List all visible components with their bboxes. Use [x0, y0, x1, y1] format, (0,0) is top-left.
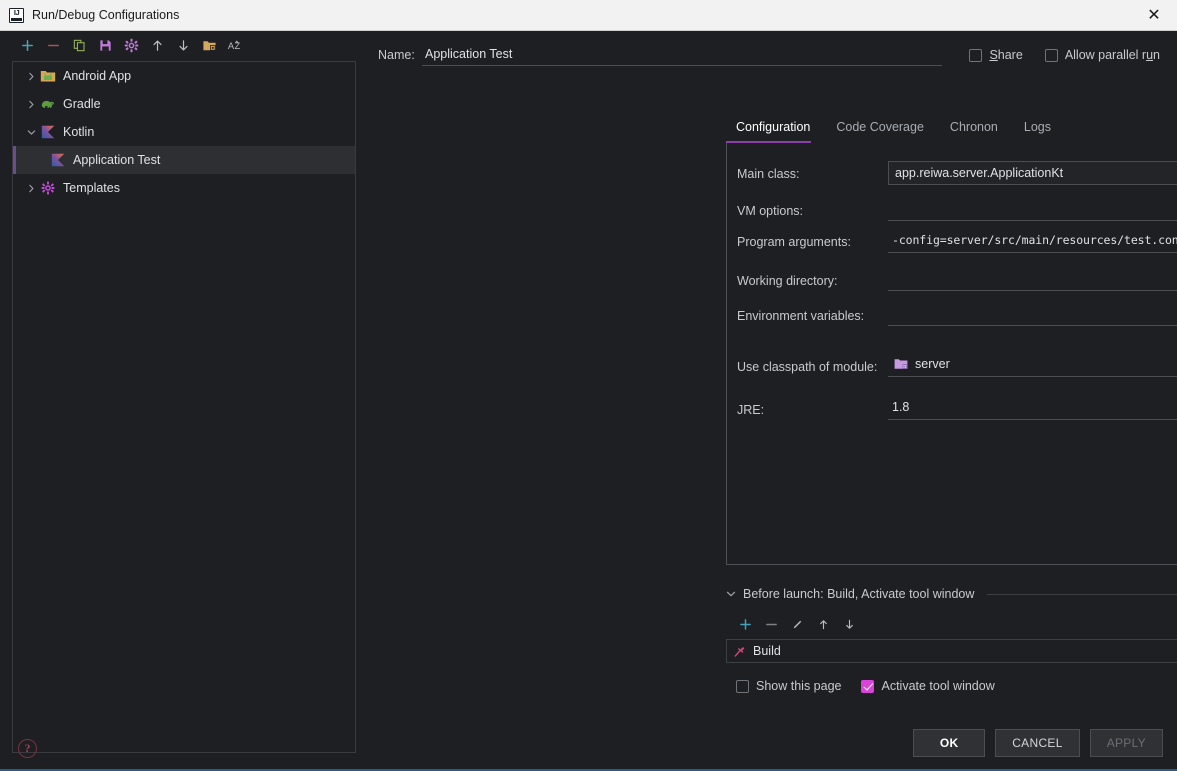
remove-configuration-button[interactable]: [40, 33, 66, 57]
build-hammer-icon: [733, 645, 746, 658]
allow-parallel-run-label: Allow parallel run: [1064, 48, 1160, 62]
before-launch-toolbar: [726, 611, 1177, 637]
tab-logs[interactable]: Logs: [1024, 120, 1063, 140]
configurations-tree[interactable]: Android App Gradle Kotlin Application Te…: [12, 61, 356, 753]
android-folder-icon: [39, 68, 57, 84]
tree-item-android-app[interactable]: Android App: [13, 62, 355, 90]
vm-options-input[interactable]: [888, 195, 1177, 221]
classpath-module-value: server: [915, 356, 950, 371]
working-directory-input[interactable]: [888, 265, 1177, 291]
editor-tabs: Configuration Code Coverage Chronon Logs: [736, 114, 1077, 140]
share-checkbox-box[interactable]: [969, 48, 983, 62]
before-launch-options: Show this page Activate tool window: [726, 679, 1177, 693]
before-launch-task-row[interactable]: Build: [726, 639, 1177, 663]
tree-item-label: Android App: [63, 69, 132, 83]
name-input[interactable]: [422, 44, 942, 66]
before-launch-task-label: Build: [753, 644, 781, 658]
header-options: Share Allow parallel run: [969, 48, 1160, 62]
kotlin-icon: [39, 124, 57, 140]
show-this-page-checkbox-box[interactable]: [736, 679, 749, 693]
gear-icon: [39, 180, 57, 196]
name-label: Name:: [378, 48, 415, 62]
name-row: Name: Share Allow parallel run: [378, 41, 1167, 69]
add-configuration-button[interactable]: [14, 33, 40, 57]
before-launch-header[interactable]: Before launch: Build, Activate tool wind…: [726, 583, 1177, 605]
allow-parallel-run-checkbox[interactable]: Allow parallel run: [1044, 48, 1160, 62]
show-this-page-label: Show this page: [756, 679, 842, 693]
configuration-tab-panel: Main class: app.reiwa.server.Application…: [726, 141, 1177, 565]
new-folder-button[interactable]: [196, 33, 222, 57]
move-up-button[interactable]: [144, 33, 170, 57]
tree-item-label: Application Test: [73, 153, 161, 167]
activate-tool-window-checkbox[interactable]: Activate tool window: [861, 679, 995, 693]
move-down-button[interactable]: [170, 33, 196, 57]
tree-item-label: Templates: [63, 181, 120, 195]
save-configuration-button[interactable]: [92, 33, 118, 57]
before-launch-title: Before launch: Build, Activate tool wind…: [743, 587, 975, 601]
apply-button: APPLY: [1089, 729, 1163, 757]
module-folder-icon: [894, 358, 908, 370]
allow-parallel-run-checkbox-box[interactable]: [1044, 48, 1058, 62]
tree-toolbar: A Z: [0, 31, 358, 59]
remove-task-button[interactable]: [758, 613, 784, 635]
main-class-input[interactable]: app.reiwa.server.ApplicationKt: [888, 161, 1177, 185]
tab-configuration[interactable]: Configuration: [736, 120, 822, 140]
edit-task-button[interactable]: [784, 613, 810, 635]
jre-input[interactable]: 1.8: [888, 394, 1177, 420]
tab-chronon[interactable]: Chronon: [950, 120, 1010, 140]
tree-item-label: Gradle: [63, 97, 101, 111]
activate-tool-window-label: Activate tool window: [881, 679, 995, 693]
sort-az-icon[interactable]: A Z: [222, 33, 248, 57]
chevron-down-icon[interactable]: [23, 128, 39, 137]
program-arguments-input[interactable]: -config=server/src/main/resources/test.c…: [888, 227, 1177, 253]
show-this-page-checkbox[interactable]: Show this page: [736, 679, 841, 693]
dialog-content: A Z Android App Gradle Kotlin Applicatio…: [0, 31, 1177, 771]
tree-item-application-test[interactable]: Application Test: [13, 146, 355, 174]
edit-templates-button[interactable]: [118, 33, 144, 57]
intellij-idea-icon: [9, 7, 24, 23]
environment-variables-input[interactable]: [888, 300, 1177, 326]
classpath-module-input[interactable]: server: [888, 351, 1177, 377]
tree-item-templates[interactable]: Templates: [13, 174, 355, 202]
vm-options-label: VM options:: [737, 204, 804, 218]
copy-configuration-button[interactable]: [66, 33, 92, 57]
classpath-module-label: Use classpath of module:: [737, 360, 878, 374]
close-icon[interactable]: ✕: [1131, 0, 1177, 31]
move-task-up-button[interactable]: [810, 613, 836, 635]
program-arguments-label: Program arguments:: [737, 235, 851, 249]
dialog-buttons: OK CANCEL APPLY: [913, 729, 1163, 757]
chevron-right-icon[interactable]: [23, 72, 39, 81]
move-task-down-button[interactable]: [836, 613, 862, 635]
main-class-label: Main class:: [737, 167, 800, 181]
tree-item-label: Kotlin: [63, 125, 95, 139]
kotlin-icon: [49, 152, 67, 168]
before-launch-section: Before launch: Build, Activate tool wind…: [726, 583, 1177, 693]
window-titlebar: Run/Debug Configurations ✕: [0, 0, 1177, 31]
before-launch-divider: [987, 593, 1177, 595]
working-directory-label: Working directory:: [737, 274, 838, 288]
tree-item-gradle[interactable]: Gradle: [13, 90, 355, 118]
ok-button[interactable]: OK: [913, 729, 986, 757]
share-checkbox[interactable]: Share: [969, 48, 1023, 62]
configuration-editor-panel: Name: Share Allow parallel run Configura…: [358, 31, 1177, 771]
share-checkbox-label: Share: [989, 48, 1023, 62]
configurations-panel: A Z Android App Gradle Kotlin Applicatio…: [0, 31, 358, 771]
tab-code-coverage[interactable]: Code Coverage: [836, 120, 936, 140]
gradle-elephant-icon: [39, 96, 57, 112]
help-question-icon[interactable]: ?: [18, 739, 37, 758]
environment-variables-label: Environment variables:: [737, 309, 865, 323]
chevron-down-icon[interactable]: [726, 589, 736, 599]
jre-label: JRE:: [737, 403, 765, 417]
window-title: Run/Debug Configurations: [32, 8, 180, 22]
activate-tool-window-checkbox-box[interactable]: [861, 679, 875, 693]
chevron-right-icon[interactable]: [23, 100, 39, 109]
tree-item-kotlin[interactable]: Kotlin: [13, 118, 355, 146]
chevron-right-icon[interactable]: [23, 184, 39, 193]
add-task-button[interactable]: [732, 613, 758, 635]
cancel-button[interactable]: CANCEL: [995, 729, 1080, 757]
